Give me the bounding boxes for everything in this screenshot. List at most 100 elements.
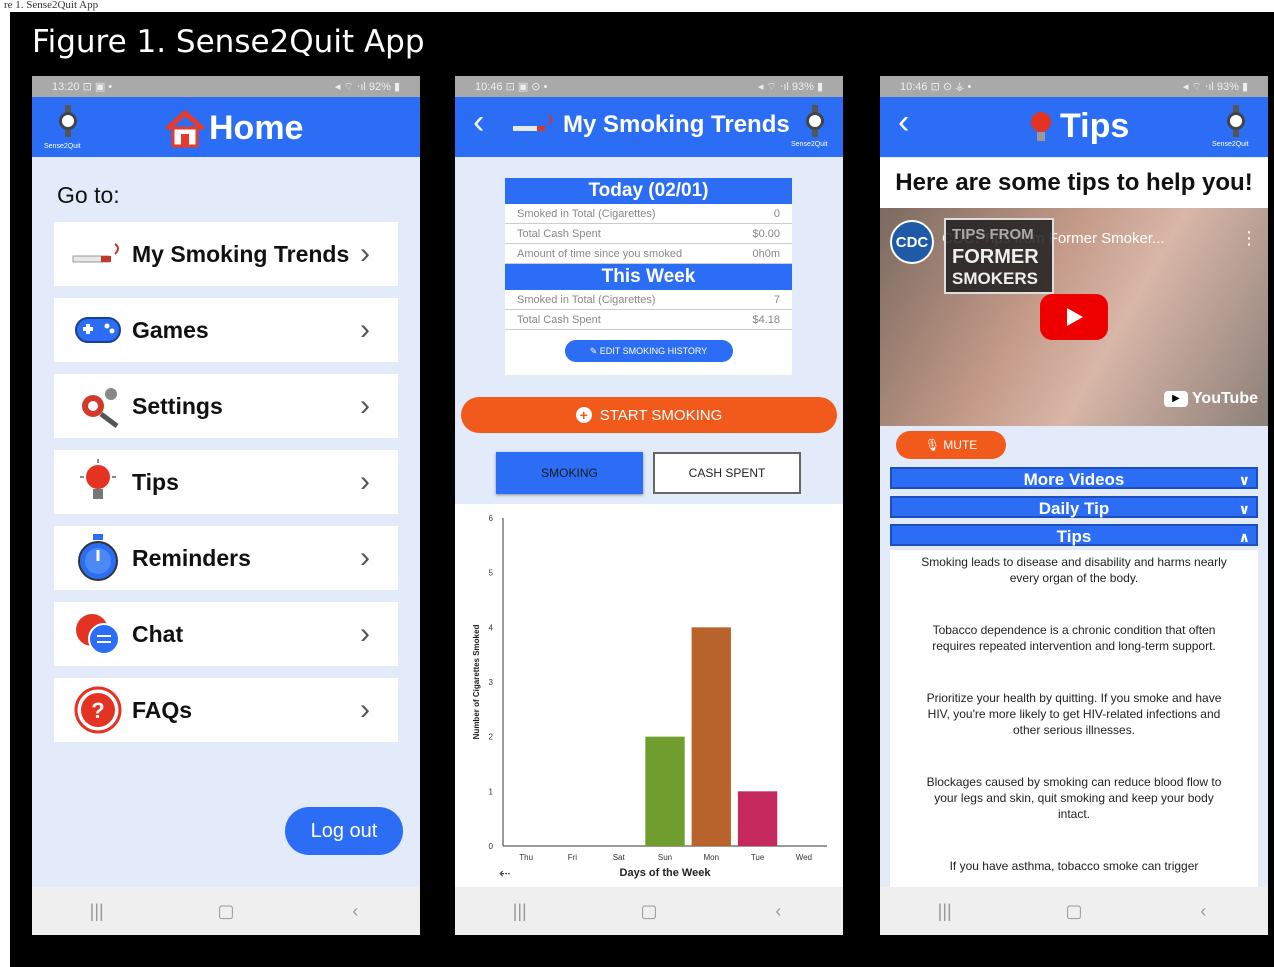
x-tick-label: Wed bbox=[796, 853, 812, 862]
svg-text:?: ? bbox=[91, 698, 104, 723]
menu-item-reminders[interactable]: Reminders › bbox=[54, 526, 398, 590]
overlay-line: TIPS FROM bbox=[952, 226, 1034, 243]
menu-item-settings[interactable]: Settings › bbox=[54, 374, 398, 438]
tip-item: Blockages caused by smoking can reduce b… bbox=[926, 775, 1222, 821]
back-nav-icon[interactable]: ‹ bbox=[325, 901, 385, 922]
home-nav-icon[interactable]: ▢ bbox=[196, 901, 256, 922]
back-arrow-icon[interactable]: ‹ bbox=[898, 103, 909, 142]
lightbulb-icon bbox=[1031, 111, 1051, 141]
chevron-right-icon: › bbox=[360, 313, 370, 346]
edit-label: EDIT SMOKING HISTORY bbox=[599, 345, 708, 356]
brand-label: Sense2Quit bbox=[791, 141, 828, 148]
back-arrow-icon[interactable]: ‹ bbox=[473, 103, 484, 142]
status-time: 10:46 ⊡ ▣ ⊙ • bbox=[475, 81, 548, 93]
video-player[interactable]: CDC CDC: Tips from Former Smoker... ⋮ TI… bbox=[880, 208, 1268, 426]
menu-item-games[interactable]: Games › bbox=[54, 298, 398, 362]
y-axis-title: Number of Cigarettes Smoked bbox=[472, 625, 481, 740]
today-header: Today (02/01) bbox=[505, 178, 792, 204]
house-icon bbox=[165, 109, 205, 147]
edit-smoking-history-button[interactable]: ✎ EDIT SMOKING HISTORY bbox=[564, 340, 733, 362]
x-tick-label: Fri bbox=[568, 853, 578, 862]
status-bar: 10:46 ⊡ ▣ ⊙ • ◂ ⌔ ⋅ıl 93% ▮ bbox=[455, 76, 843, 97]
more-options-icon[interactable]: ⋮ bbox=[1240, 228, 1258, 249]
tips-screen: 10:46 ⊡ ⊙ ⚶ • ◂ ⌔ ⋅ıl 93% ▮ ‹ Tips Sense… bbox=[880, 76, 1268, 935]
menu-label: Reminders bbox=[132, 544, 251, 571]
microphone-icon: 🎙︎ bbox=[924, 438, 944, 452]
week-header: This Week bbox=[505, 264, 792, 290]
logout-button[interactable]: Log out bbox=[285, 807, 403, 855]
recent-apps-icon[interactable]: ||| bbox=[915, 901, 975, 922]
chevron-up-icon: ∧ bbox=[1238, 529, 1250, 545]
title-text: My Smoking Trends bbox=[563, 111, 790, 138]
stat-row: Amount of time since you smoked 0h0m bbox=[505, 244, 792, 264]
watch-logo-icon bbox=[1226, 105, 1246, 137]
chevron-right-icon: › bbox=[360, 237, 370, 270]
mute-button[interactable]: 🎙︎ MUTE bbox=[896, 431, 1006, 459]
stat-value: 7 bbox=[773, 293, 780, 306]
title-text: Tips bbox=[1060, 107, 1130, 145]
watch-logo-icon bbox=[58, 105, 78, 137]
cigarette-icon bbox=[70, 229, 126, 279]
stat-value: $4.18 bbox=[752, 313, 780, 326]
youtube-label: YouTube bbox=[1191, 390, 1258, 407]
accordion-more-videos[interactable]: More Videos ∨ bbox=[890, 467, 1258, 489]
play-button[interactable] bbox=[1040, 294, 1108, 340]
home-nav-icon[interactable]: ▢ bbox=[1044, 901, 1104, 922]
menu-label: My Smoking Trends bbox=[132, 240, 350, 267]
plus-circle-icon: + bbox=[575, 407, 592, 423]
menu-item-tips[interactable]: Tips › bbox=[54, 450, 398, 514]
tip-item: Smoking leads to disease and disability … bbox=[921, 555, 1227, 585]
chevron-right-icon: › bbox=[360, 465, 370, 498]
home-screen: 13:20 ⊡ ▣ • ◂ ⌔ ⋅ıl 92% ▮ Sense2Quit Hom… bbox=[32, 76, 420, 935]
back-nav-icon[interactable]: ‹ bbox=[1173, 901, 1233, 922]
recent-apps-icon[interactable]: ||| bbox=[490, 901, 550, 922]
accordion-tips[interactable]: Tips ∧ bbox=[890, 524, 1258, 546]
brand-label: Sense2Quit bbox=[1212, 141, 1249, 148]
gamepad-icon bbox=[70, 305, 126, 355]
cigarette-icon bbox=[513, 114, 553, 131]
figure-title: Figure 1. Sense2Quit App bbox=[32, 24, 425, 60]
status-bar: 10:46 ⊡ ⊙ ⚶ • ◂ ⌔ ⋅ıl 93% ▮ bbox=[880, 76, 1268, 97]
overlay-line: FORMER bbox=[952, 246, 1039, 268]
menu-item-faqs[interactable]: ? FAQs › bbox=[54, 678, 398, 742]
x-tick-label: Thu bbox=[519, 853, 533, 862]
y-tick-label: 1 bbox=[489, 787, 494, 796]
youtube-logo: ▶ YouTube bbox=[1163, 390, 1258, 408]
back-nav-icon[interactable]: ‹ bbox=[748, 901, 808, 922]
home-nav-icon[interactable]: ▢ bbox=[619, 901, 679, 922]
section-label: Daily Tip bbox=[1038, 499, 1110, 518]
y-tick-label: 5 bbox=[489, 569, 494, 578]
app-bar: Sense2Quit Home bbox=[32, 97, 420, 157]
smoking-toggle-button[interactable]: SMOKING bbox=[496, 452, 643, 494]
overlay-line: SMOKERS bbox=[952, 269, 1038, 288]
start-smoking-button[interactable]: + START SMOKING bbox=[461, 397, 837, 433]
status-icons: ◂ ⌔ ⋅ıl 92% ▮ bbox=[334, 80, 400, 93]
menu-item-my-smoking-trends[interactable]: My Smoking Trends › bbox=[54, 222, 398, 286]
stat-row: Total Cash Spent $4.18 bbox=[505, 310, 792, 330]
x-tick-label: Tue bbox=[751, 853, 765, 862]
play-icon bbox=[1067, 308, 1083, 326]
question-icon: ? bbox=[70, 685, 126, 735]
bar-mon bbox=[691, 627, 731, 846]
menu-label: Settings bbox=[132, 392, 223, 419]
chat-bubbles-icon bbox=[70, 609, 126, 659]
status-bar: 13:20 ⊡ ▣ • ◂ ⌔ ⋅ıl 92% ▮ bbox=[32, 76, 420, 97]
chevron-right-icon: › bbox=[360, 389, 370, 422]
chevron-right-icon: › bbox=[360, 693, 370, 726]
stat-value: 0 bbox=[773, 207, 780, 220]
stat-row: Smoked in Total (Cigarettes) 7 bbox=[505, 290, 792, 310]
stat-label: Amount of time since you smoked bbox=[517, 247, 683, 260]
android-nav-bar: ||| ▢ ‹ bbox=[880, 887, 1268, 935]
status-icons: ◂ ⌔ ⋅ıl 93% ▮ bbox=[757, 80, 823, 93]
stopwatch-icon bbox=[70, 533, 126, 583]
page-caption: re 1. Sense2Quit App bbox=[4, 0, 99, 11]
cash-spent-toggle-button[interactable]: CASH SPENT bbox=[653, 452, 801, 494]
accordion-daily-tip[interactable]: Daily Tip ∨ bbox=[890, 496, 1258, 518]
stat-label: Smoked in Total (Cigarettes) bbox=[517, 293, 656, 306]
scroll-left-arrow-icon: ⇠ bbox=[499, 866, 511, 882]
recent-apps-icon[interactable]: ||| bbox=[67, 901, 127, 922]
stat-label: Smoked in Total (Cigarettes) bbox=[517, 207, 656, 220]
menu-item-chat[interactable]: Chat › bbox=[54, 602, 398, 666]
stat-label: Total Cash Spent bbox=[517, 313, 601, 326]
x-tick-label: Sat bbox=[613, 853, 626, 862]
